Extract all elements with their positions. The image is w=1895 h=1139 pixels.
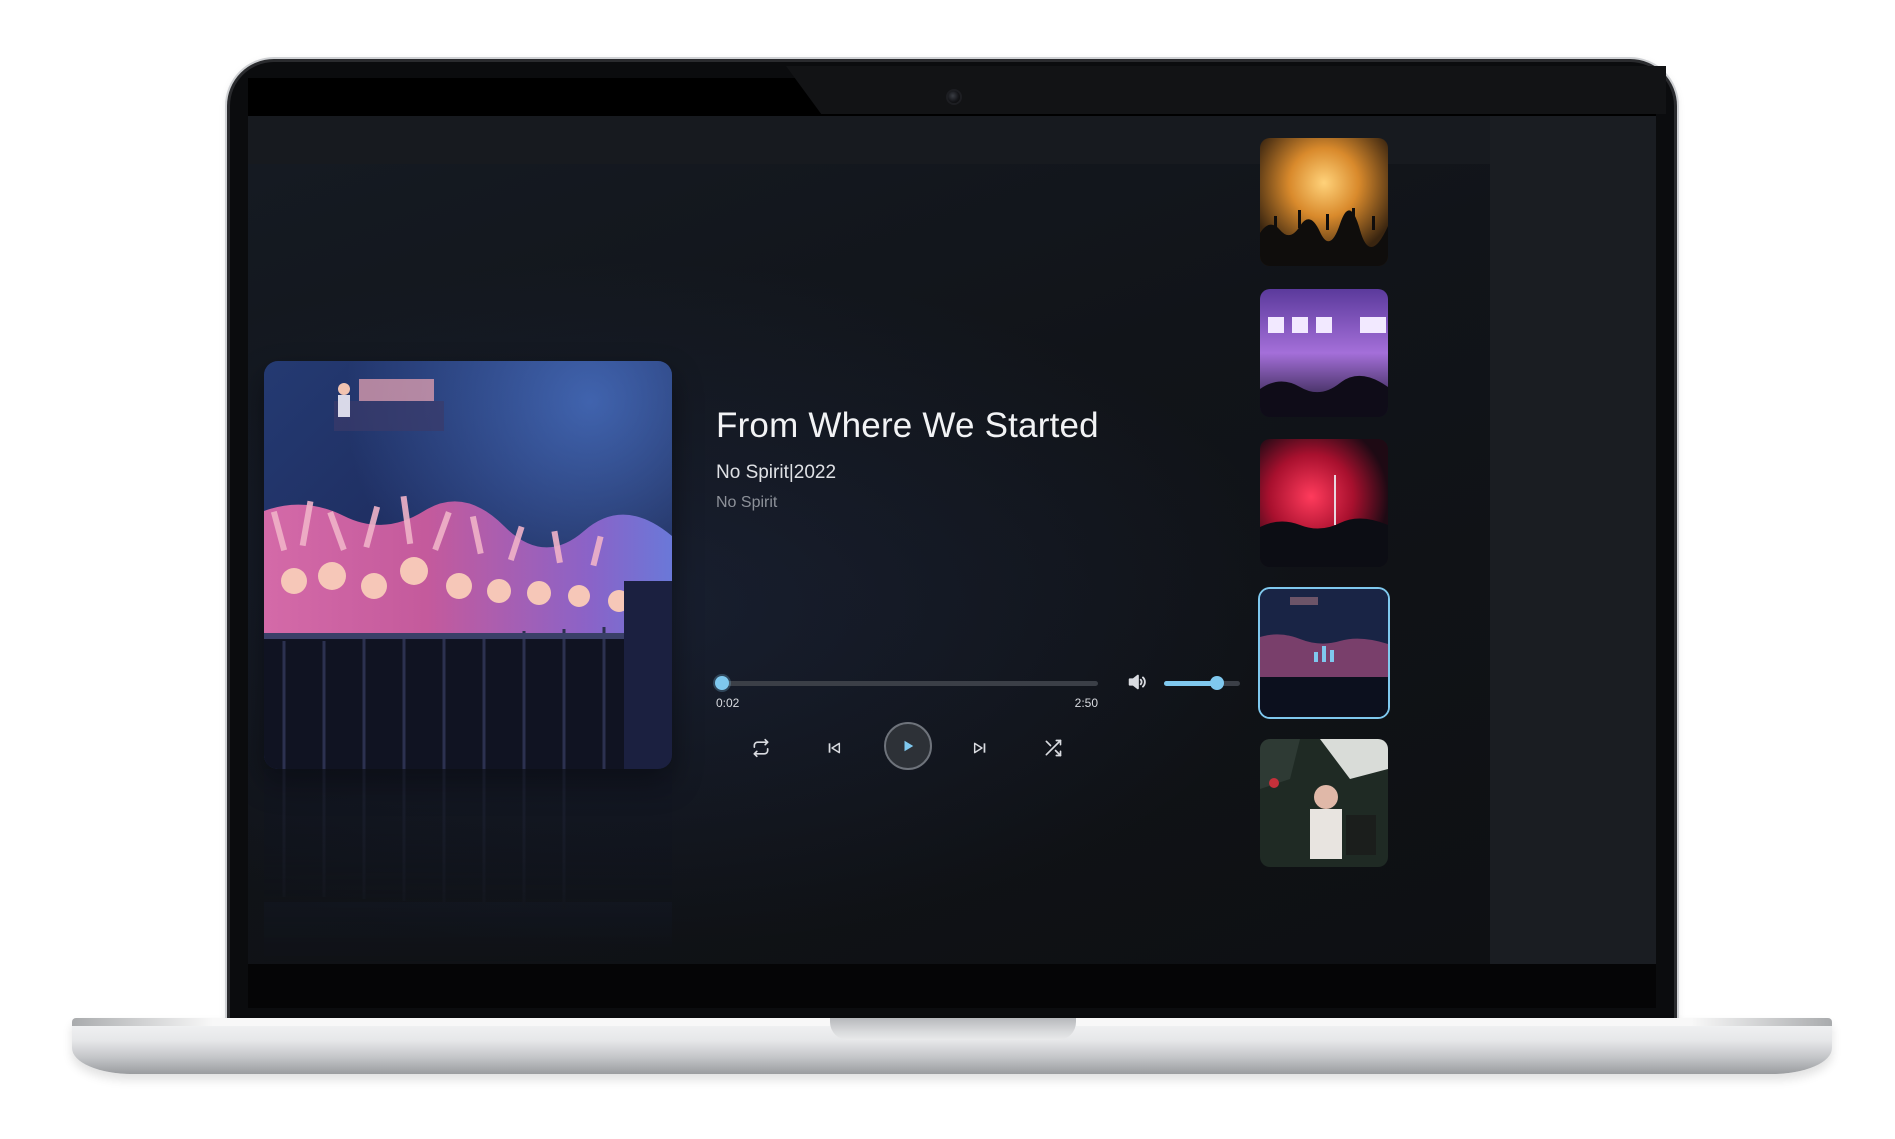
screen-bottom-bezel [248, 964, 1656, 1008]
track-year: 2022 [793, 462, 837, 483]
track-title: From Where We Started [716, 406, 1099, 445]
repeat-button[interactable] [746, 733, 776, 763]
stage: From Where We Started No Spirit|2022 No … [0, 0, 1895, 1139]
playlist-item-3[interactable] [1260, 439, 1388, 567]
screen: From Where We Started No Spirit|2022 No … [248, 116, 1656, 964]
album-art-image [264, 361, 672, 769]
shuffle-icon [1045, 739, 1062, 757]
play-button[interactable] [884, 722, 932, 770]
skip-next-icon [973, 742, 986, 754]
time-total: 2:50 [1074, 696, 1098, 710]
previous-button[interactable] [819, 733, 849, 763]
laptop-hinge-notch [830, 1018, 1076, 1040]
play-icon [904, 740, 914, 752]
progress-thumb[interactable] [714, 676, 729, 690]
track-album: No Spirit [716, 462, 789, 483]
playlist-item-2[interactable] [1260, 289, 1388, 417]
track-artist: No Spirit [716, 494, 778, 511]
album-art-reflection [264, 769, 672, 964]
volume-slider[interactable] [1164, 676, 1240, 690]
album-art [264, 361, 672, 769]
playlist-item-4[interactable] [1260, 589, 1388, 717]
concert-orange-thumbnail [1260, 138, 1388, 266]
concert-purple-thumbnail [1260, 289, 1388, 417]
equalizer-icon [1314, 646, 1334, 662]
volume-icon[interactable] [1126, 671, 1148, 693]
track-album-year: No Spirit|2022 [716, 462, 836, 484]
skip-previous-icon [828, 742, 841, 754]
repeat-icon [753, 738, 769, 758]
performer-thumbnail [1260, 739, 1388, 867]
concert-red-thumbnail [1260, 439, 1388, 567]
webcam [948, 91, 960, 103]
playlist-sidebar [1490, 116, 1656, 964]
next-button[interactable] [965, 733, 995, 763]
progress-bar[interactable] [714, 676, 1098, 690]
shuffle-button[interactable] [1038, 733, 1068, 763]
playlist-item-5[interactable] [1260, 739, 1388, 867]
now-playing-overlay [1260, 589, 1388, 717]
time-current: 0:02 [716, 696, 740, 710]
camera-housing [786, 66, 1666, 114]
playlist-item-1[interactable] [1260, 138, 1388, 266]
